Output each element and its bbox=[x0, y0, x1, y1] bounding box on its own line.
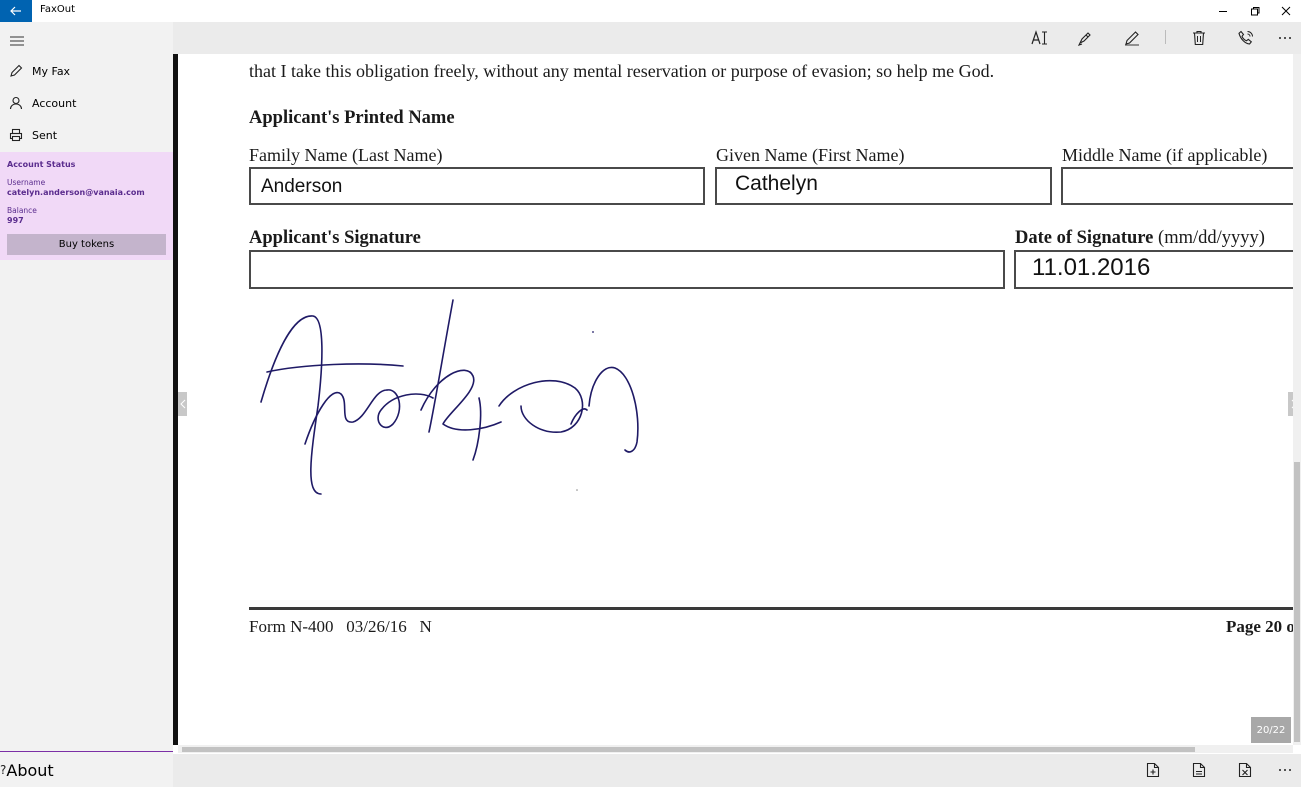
page-button[interactable] bbox=[1187, 760, 1211, 780]
more-button-bottom[interactable] bbox=[1273, 760, 1297, 780]
sidebar-item-label: About bbox=[6, 760, 54, 780]
username-label: Username bbox=[7, 178, 46, 187]
trash-icon bbox=[1193, 30, 1205, 46]
date-label: Date of Signature (mm/dd/yyyy) bbox=[1015, 228, 1265, 249]
sidebar-item-label: Account bbox=[32, 96, 77, 110]
pen-button[interactable] bbox=[1120, 28, 1144, 48]
middle-name-label: Middle Name (if applicable) bbox=[1062, 145, 1268, 165]
footer-page-number: Page 20 of bbox=[1226, 617, 1301, 636]
back-arrow-icon bbox=[10, 6, 21, 16]
signature-label: Applicant's Signature bbox=[249, 228, 421, 248]
hamburger-icon bbox=[10, 36, 24, 46]
document-viewer: that I take this obligation freely, with… bbox=[173, 54, 1301, 754]
marker-button[interactable] bbox=[1073, 28, 1097, 48]
account-status-panel: Account Status Username catelyn.anderson… bbox=[0, 152, 173, 260]
restore-icon bbox=[1250, 7, 1259, 16]
sidebar-item-label: My Fax bbox=[32, 64, 71, 78]
toolbar-separator bbox=[1165, 30, 1166, 44]
person-icon bbox=[0, 88, 32, 118]
page-icon bbox=[1192, 762, 1206, 778]
marker-icon bbox=[1077, 32, 1091, 46]
given-name-label: Given Name (First Name) bbox=[716, 145, 905, 165]
printed-name-heading: Applicant's Printed Name bbox=[249, 108, 455, 128]
title-bar: FaxOut bbox=[0, 0, 1301, 22]
close-button[interactable] bbox=[1270, 0, 1301, 22]
printer-icon bbox=[0, 120, 32, 150]
more-button[interactable] bbox=[1273, 28, 1297, 48]
horizontal-scroll-thumb[interactable] bbox=[182, 747, 1195, 752]
minimize-button[interactable] bbox=[1207, 0, 1238, 22]
footer-form-id: Form N-400 03/26/16 N bbox=[249, 617, 432, 636]
date-value: 11.01.2016 bbox=[1032, 254, 1151, 281]
add-page-button[interactable] bbox=[1141, 760, 1165, 780]
minimize-icon bbox=[1218, 11, 1227, 12]
sidebar-item-label: Sent bbox=[32, 128, 58, 142]
restore-button[interactable] bbox=[1239, 0, 1270, 22]
middle-name-field[interactable] bbox=[1061, 167, 1301, 205]
given-name-field[interactable]: Cathelyn bbox=[715, 167, 1052, 205]
chevron-left-icon bbox=[179, 399, 185, 409]
sidebar-item-my-fax[interactable]: My Fax bbox=[0, 56, 173, 86]
sidebar: My Fax Account Sent Account Status Usern… bbox=[0, 22, 173, 787]
balance-value: 997 bbox=[7, 216, 24, 225]
handwritten-signature bbox=[260, 299, 639, 495]
more-icon bbox=[1279, 37, 1291, 39]
remove-page-button[interactable] bbox=[1233, 760, 1257, 780]
vertical-scroll-thumb[interactable] bbox=[1294, 462, 1300, 742]
signature-field[interactable] bbox=[249, 250, 1005, 289]
text-tool-icon bbox=[1031, 30, 1047, 45]
sidebar-divider bbox=[0, 751, 173, 752]
sidebar-item-sent[interactable]: Sent bbox=[0, 120, 173, 150]
delete-button[interactable] bbox=[1187, 28, 1211, 48]
app-title: FaxOut bbox=[40, 4, 76, 15]
hamburger-button[interactable] bbox=[9, 32, 25, 46]
text-tool-button[interactable] bbox=[1028, 28, 1052, 48]
username-value: catelyn.anderson@vanaia.com bbox=[7, 188, 145, 197]
add-page-icon bbox=[1146, 762, 1160, 778]
horizontal-scrollbar[interactable] bbox=[178, 745, 1293, 753]
sidebar-item-account[interactable]: Account bbox=[0, 88, 173, 118]
phone-icon bbox=[1238, 30, 1253, 45]
date-field[interactable]: 11.01.2016 bbox=[1014, 250, 1301, 289]
account-status-title: Account Status bbox=[7, 160, 76, 169]
buy-tokens-button[interactable]: Buy tokens bbox=[7, 234, 166, 255]
oath-line: that I take this obligation freely, with… bbox=[249, 61, 995, 81]
previous-page-button[interactable] bbox=[178, 392, 187, 416]
balance-label: Balance bbox=[7, 206, 37, 215]
pen-icon bbox=[1125, 31, 1139, 46]
date-label-format: (mm/dd/yyyy) bbox=[1153, 228, 1265, 248]
back-button[interactable] bbox=[0, 0, 32, 22]
sidebar-item-about[interactable]: ? About bbox=[0, 755, 173, 785]
date-label-bold: Date of Signature bbox=[1015, 228, 1154, 248]
close-icon bbox=[1281, 6, 1290, 16]
top-toolbar bbox=[173, 22, 1301, 54]
remove-page-icon bbox=[1238, 762, 1252, 778]
family-name-field[interactable]: Anderson bbox=[249, 167, 705, 205]
bottom-toolbar bbox=[173, 754, 1301, 787]
more-icon bbox=[1279, 769, 1291, 771]
family-name-label: Family Name (Last Name) bbox=[249, 145, 443, 165]
send-fax-button[interactable] bbox=[1234, 28, 1258, 48]
page-indicator: 20/22 bbox=[1251, 717, 1291, 743]
family-name-value: Anderson bbox=[261, 176, 343, 197]
vertical-scrollbar[interactable] bbox=[1293, 54, 1301, 745]
given-name-value: Cathelyn bbox=[735, 172, 818, 195]
pencil-icon bbox=[0, 56, 32, 86]
footer-rule bbox=[249, 607, 1301, 610]
